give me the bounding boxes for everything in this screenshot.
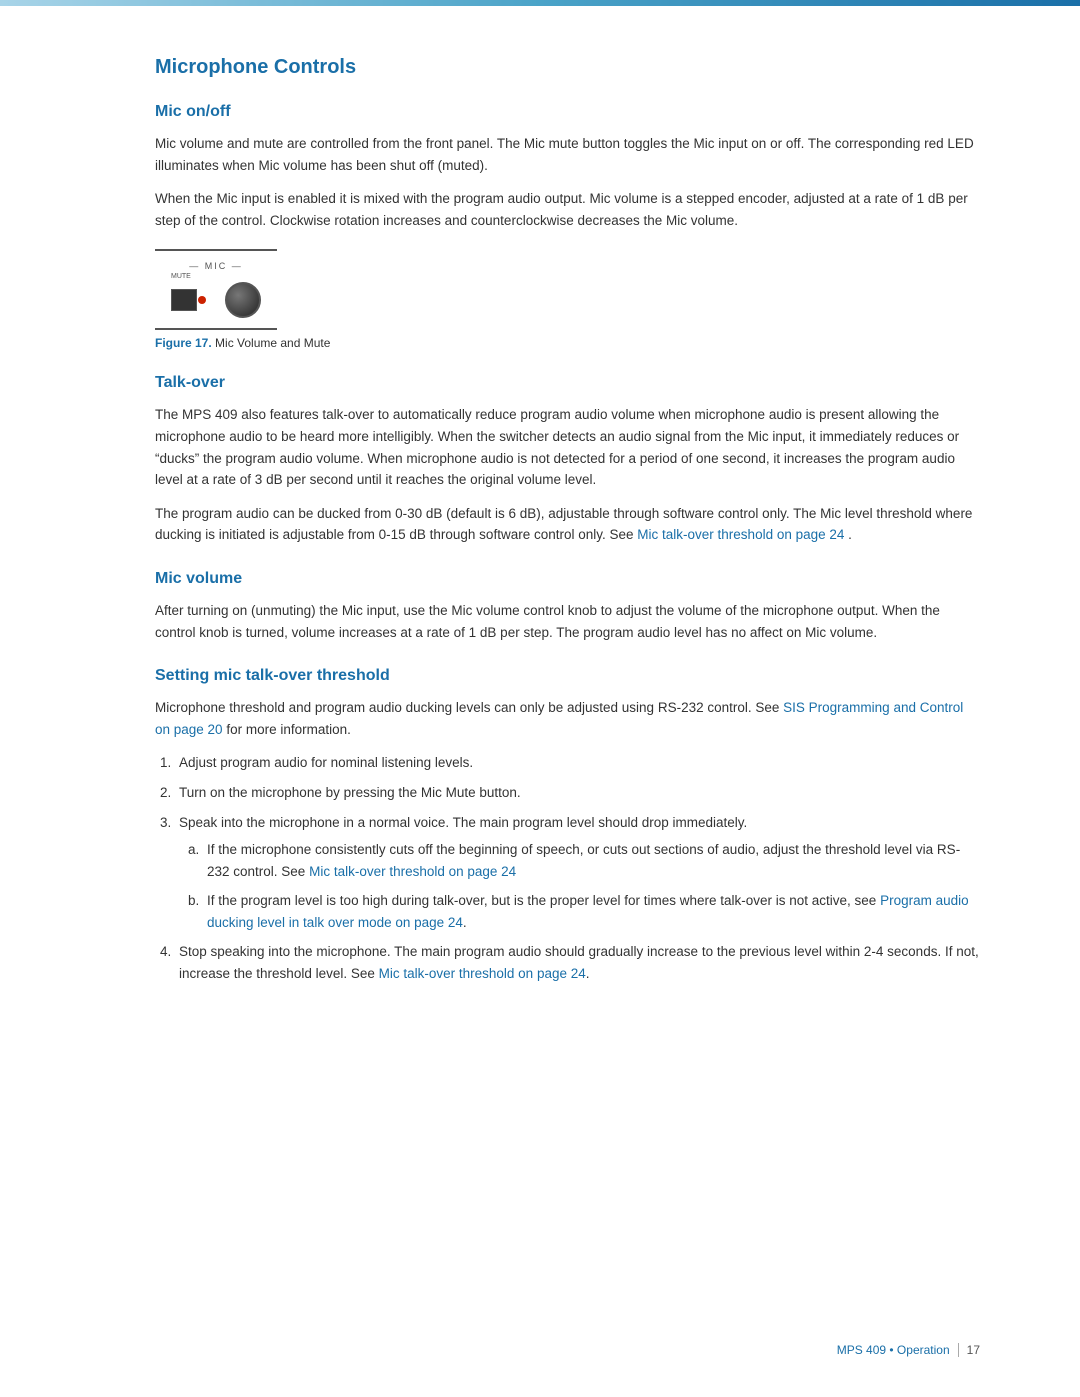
setting-para-1: Microphone threshold and program audio d…: [155, 697, 980, 740]
step-1: Adjust program audio for nominal listeni…: [175, 752, 980, 774]
footer: MPS 409 • Operation 17: [837, 1343, 980, 1357]
step-2: Turn on the microphone by pressing the M…: [175, 782, 980, 804]
setting-para-1-text: Microphone threshold and program audio d…: [155, 700, 779, 715]
steps-list: Adjust program audio for nominal listeni…: [155, 752, 980, 984]
figure-box: — MIC — MUTE: [155, 249, 277, 330]
mic-onoff-para-1: Mic volume and mute are controlled from …: [155, 133, 980, 176]
talk-over-period: .: [844, 527, 852, 542]
talk-over-para-1: The MPS 409 also features talk-over to a…: [155, 404, 980, 490]
figure-caption: Figure 17. Mic Volume and Mute: [155, 336, 330, 350]
figure-17: — MIC — MUTE Figure 17. Mic Volume and M…: [155, 249, 980, 350]
section-title: Microphone Controls: [155, 56, 980, 79]
subsection-title-setting: Setting mic talk-over threshold: [155, 667, 980, 685]
setting-para-sis-end: for more information.: [223, 722, 351, 737]
subsection-title-talk-over: Talk-over: [155, 374, 980, 392]
mute-button-icon: [171, 289, 197, 311]
mic-onoff-para-2: When the Mic input is enabled it is mixe…: [155, 188, 980, 231]
figure-caption-text: Mic Volume and Mute: [215, 336, 330, 350]
sub-step-b-text: If the program level is too high during …: [207, 893, 880, 908]
subsection-title-mic-onoff: Mic on/off: [155, 103, 980, 121]
sub-steps-list: If the microphone consistently cuts off …: [179, 839, 980, 933]
step-1-text: Adjust program audio for nominal listeni…: [179, 755, 473, 770]
sub-step-b: If the program level is too high during …: [203, 890, 980, 933]
footer-divider: [958, 1343, 959, 1357]
mic-volume-para-1: After turning on (unmuting) the Mic inpu…: [155, 600, 980, 643]
mute-label: MUTE: [171, 273, 191, 280]
page-container: Microphone Controls Mic on/off Mic volum…: [0, 6, 1080, 1075]
mic-talk-over-link-2[interactable]: Mic talk-over threshold on page 24: [309, 864, 516, 879]
footer-product: MPS 409 • Operation: [837, 1343, 950, 1357]
subsection-title-mic-volume: Mic volume: [155, 570, 980, 588]
mic-talk-over-link-1[interactable]: Mic talk-over threshold on page 24: [637, 527, 844, 542]
talk-over-para-2: The program audio can be ducked from 0-3…: [155, 503, 980, 546]
mic-controls-row: MUTE: [171, 273, 261, 318]
mic-diagram-inner: — MIC — MUTE: [171, 261, 261, 318]
figure-label: Figure 17.: [155, 336, 212, 350]
sub-step-b-after: .: [463, 915, 467, 930]
mic-volume-knob-icon: [225, 282, 261, 318]
step-4: Stop speaking into the microphone. The m…: [175, 941, 980, 984]
step-3-text: Speak into the microphone in a normal vo…: [179, 815, 747, 830]
step-4-after: .: [586, 966, 590, 981]
step-2-text: Turn on the microphone by pressing the M…: [179, 785, 521, 800]
sub-step-a: If the microphone consistently cuts off …: [203, 839, 980, 882]
mic-label: — MIC —: [189, 261, 243, 271]
mic-talk-over-link-3[interactable]: Mic talk-over threshold on page 24: [379, 966, 586, 981]
step-3: Speak into the microphone in a normal vo…: [175, 812, 980, 934]
footer-page: 17: [967, 1343, 980, 1357]
